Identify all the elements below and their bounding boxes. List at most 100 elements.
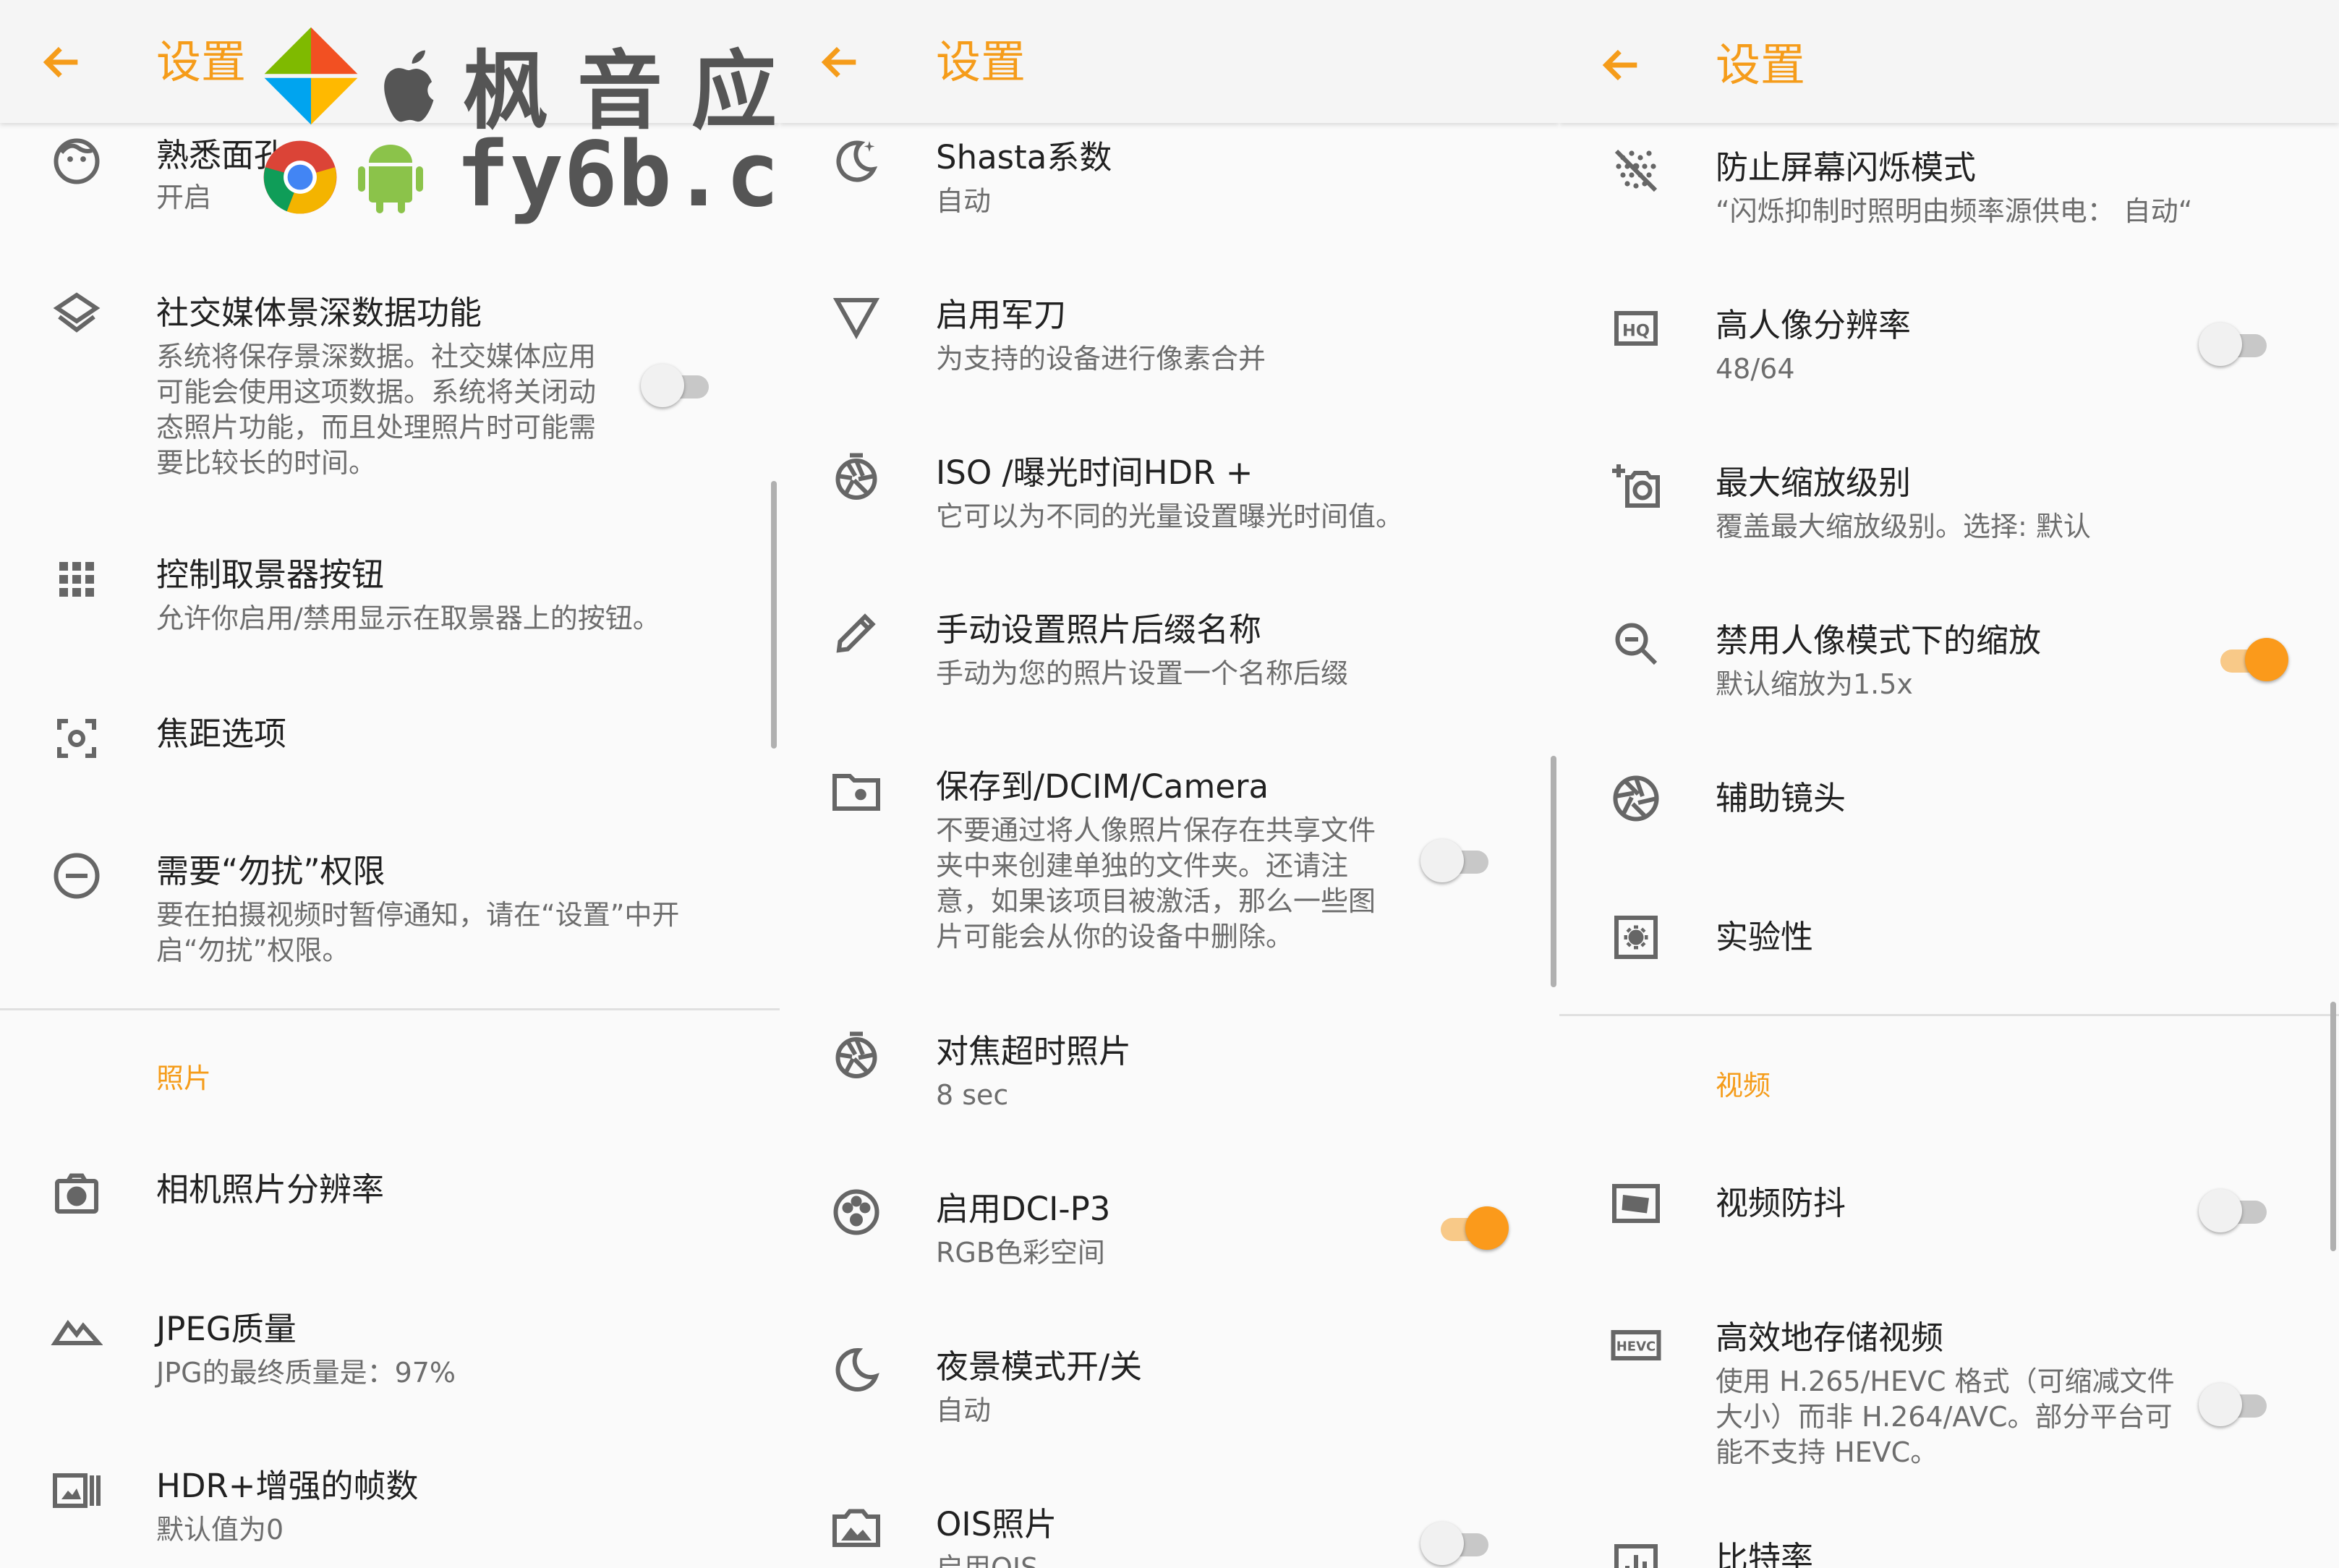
windows-logo-icon xyxy=(264,27,358,125)
social-depth-switch[interactable] xyxy=(641,364,716,407)
setting-save-dcim[interactable]: 保存到/DCIM/Camera 不要通过将人像照片保存在共享文件夹中来创建单独的… xyxy=(780,761,1559,978)
setting-subtitle: 要在拍摄视频时暂停通知，请在“设置”中开启“勿扰”权限。 xyxy=(156,899,680,966)
setting-shasta[interactable]: Shasta系数 自动 xyxy=(780,132,1559,247)
setting-subtitle: 启用OIS xyxy=(936,1552,1039,1568)
back-arrow-icon[interactable] xyxy=(817,39,864,85)
setting-title: 对焦超时照片 xyxy=(936,1032,1132,1070)
ois-photo-switch[interactable] xyxy=(1420,1522,1496,1565)
settings-list: 防止屏幕闪烁模式 “闪烁抑制时照明由频率源供电： 自动“ HQ 高人像分辨率 4… xyxy=(1559,0,2339,1568)
setting-title: OIS照片 xyxy=(936,1505,1057,1543)
settings-box-icon xyxy=(1610,911,1662,963)
chrome-logo-icon xyxy=(263,140,337,214)
setting-title: Shasta系数 xyxy=(936,138,1112,176)
setting-jpeg-quality[interactable]: JPEG质量 JPG的最终质量是：97% xyxy=(0,1308,780,1423)
android-logo-icon xyxy=(358,145,423,213)
setting-dnd-permission[interactable]: 需要“勿扰”权限 要在拍摄视频时暂停通知，请在“设置”中开启“勿扰”权限。 xyxy=(0,850,780,994)
setting-title: 高效地存储视频 xyxy=(1716,1318,1944,1357)
setting-subtitle: 覆盖最大缩放级别。选择: 默认 xyxy=(1716,511,2091,542)
setting-title: 启用军刀 xyxy=(936,296,1067,334)
save-dcim-switch[interactable] xyxy=(1420,839,1496,882)
setting-hevc[interactable]: HEVC 高效地存储视频 使用 H.265/HEVC 格式（可缩减文件大小）而非… xyxy=(1559,1316,2339,1533)
setting-focal-options[interactable]: 焦距选项 xyxy=(0,712,780,785)
setting-subtitle: 开启 xyxy=(156,182,212,213)
scrollbar[interactable] xyxy=(2330,1002,2336,1251)
setting-dci-p3[interactable]: 启用DCI-P3 RGB色彩空间 xyxy=(780,1183,1559,1299)
zoom-icon xyxy=(1610,618,1662,670)
setting-aux-lens[interactable]: 辅助镜头 xyxy=(1559,772,2339,845)
back-arrow-icon[interactable] xyxy=(1598,42,1645,88)
settings-panel-3: 防止屏幕闪烁模式 “闪烁抑制时照明由频率源供电： 自动“ HQ 高人像分辨率 4… xyxy=(1559,0,2339,1568)
watermark-logo: 枫音应用 fy6b.com xyxy=(260,22,780,231)
center-focus-icon xyxy=(51,712,103,764)
setting-subtitle: 默认值为0 xyxy=(156,1514,284,1546)
page-title: 设置 xyxy=(936,35,1026,88)
setting-hdr-frames[interactable]: HDR+增强的帧数 默认值为0 xyxy=(0,1465,780,1568)
setting-title: 社交媒体景深数据功能 xyxy=(156,294,482,332)
setting-title: 实验性 xyxy=(1716,918,1814,956)
setting-disable-portrait-zoom[interactable]: 禁用人像模式下的缩放 默认缩放为1.5x xyxy=(1559,615,2339,730)
burst-icon xyxy=(51,1465,103,1517)
setting-subtitle: 允许你启用/禁用显示在取景器上的按钮。 xyxy=(156,602,660,634)
grid-icon xyxy=(51,553,103,605)
video-stabilization-switch[interactable] xyxy=(2199,1189,2274,1232)
scrollbar[interactable] xyxy=(771,481,777,749)
setting-title: 最大缩放级别 xyxy=(1716,464,1912,502)
hevc-switch[interactable] xyxy=(2199,1383,2274,1426)
setting-anti-flicker[interactable]: 防止屏幕闪烁模式 “闪烁抑制时照明由频率源供电： 自动“ xyxy=(1559,142,2339,257)
setting-photo-resolution[interactable]: 相机照片分辨率 xyxy=(0,1168,780,1240)
setting-title: ISO /曝光时间HDR + xyxy=(936,453,1253,492)
setting-viewfinder-buttons[interactable]: 控制取景器按钮 允许你启用/禁用显示在取景器上的按钮。 xyxy=(0,553,780,655)
setting-night-mode[interactable]: 夜景模式开/关 自动 xyxy=(780,1341,1559,1457)
landscape-icon xyxy=(51,1302,103,1354)
photo-icon xyxy=(830,1501,882,1554)
setting-title: 控制取景器按钮 xyxy=(156,555,385,594)
setting-title: 辅助镜头 xyxy=(1716,779,1846,817)
setting-photo-suffix[interactable]: 手动设置照片后缀名称 手动为您的照片设置一个名称后缀 xyxy=(780,604,1559,720)
setting-max-zoom[interactable]: 最大缩放级别 覆盖最大缩放级别。选择: 默认 xyxy=(1559,457,2339,573)
settings-panel-1: 熟悉面孔 开启 社交媒体景深数据功能 系统将保存景深数据。社交媒体应用可能会使用… xyxy=(0,0,780,1568)
setting-video-stabilization[interactable]: 视频防抖 xyxy=(1559,1177,2339,1250)
disable-portrait-zoom-switch[interactable] xyxy=(2213,638,2288,681)
app-bar: 设置 xyxy=(1559,0,2339,123)
setting-title: 视频防抖 xyxy=(1716,1184,1846,1222)
apple-logo-icon xyxy=(384,50,434,122)
setting-title: 夜景模式开/关 xyxy=(936,1347,1143,1386)
setting-ois-photo[interactable]: OIS照片 启用OIS xyxy=(780,1499,1559,1568)
section-divider xyxy=(0,1008,780,1010)
setting-subtitle: 使用 H.265/HEVC 格式（可缩减文件大小）而非 H.264/AVC。部分… xyxy=(1716,1365,2175,1468)
palette-icon xyxy=(830,1186,882,1238)
camera-icon xyxy=(51,1168,103,1220)
aperture-timer-icon xyxy=(830,450,882,502)
setting-title: 防止屏幕闪烁模式 xyxy=(1716,148,1977,187)
back-arrow-icon[interactable] xyxy=(39,39,85,85)
settings-panel-2: Shasta系数 自动 启用军刀 为支持的设备进行像素合并 ISO /曝光时间H… xyxy=(780,0,1559,1568)
folder-image-icon xyxy=(830,765,882,817)
scrollbar[interactable] xyxy=(1551,756,1556,987)
setting-saber[interactable]: 启用军刀 为支持的设备进行像素合并 xyxy=(780,289,1559,405)
setting-subtitle: 系统将保存景深数据。社交媒体应用可能会使用这项数据。系统将关闭动态照片功能，而且… xyxy=(156,341,597,479)
high-portrait-res-switch[interactable] xyxy=(2199,323,2274,366)
setting-focus-timeout[interactable]: 对焦超时照片 8 sec xyxy=(780,1026,1559,1141)
setting-high-portrait-res[interactable]: HQ 高人像分辨率 48/64 xyxy=(1559,299,2339,415)
setting-social-depth[interactable]: 社交媒体景深数据功能 系统将保存景深数据。社交媒体应用可能会使用这项数据。系统将… xyxy=(0,286,780,503)
setting-bitrate[interactable]: 比特率 xyxy=(1559,1537,2339,1568)
hevc-icon: HEVC xyxy=(1610,1319,1662,1371)
svg-text:HEVC: HEVC xyxy=(1616,1339,1656,1355)
setting-title: JPEG质量 xyxy=(156,1310,297,1348)
setting-subtitle: 8 sec xyxy=(936,1079,1009,1111)
dci-p3-switch[interactable] xyxy=(1433,1206,1509,1250)
setting-subtitle: 48/64 xyxy=(1716,353,1795,385)
setting-subtitle: 手动为您的照片设置一个名称后缀 xyxy=(936,657,1349,689)
chart-icon xyxy=(1610,1540,1662,1568)
page-title: 设置 xyxy=(1716,38,1806,91)
triangle-icon xyxy=(830,289,882,341)
setting-title: 需要“勿扰”权限 xyxy=(156,852,385,890)
moon-icon xyxy=(830,1344,882,1396)
section-divider xyxy=(1559,1014,2339,1016)
setting-experimental[interactable]: 实验性 xyxy=(1559,911,2339,984)
setting-subtitle: 它可以为不同的光量设置曝光时间值。 xyxy=(936,500,1404,532)
section-header-photo: 照片 xyxy=(156,1062,212,1094)
setting-subtitle: 默认缩放为1.5x xyxy=(1716,668,1913,700)
setting-iso-exposure[interactable]: ISO /曝光时间HDR + 它可以为不同的光量设置曝光时间值。 xyxy=(780,447,1559,563)
night-stars-icon xyxy=(830,135,882,187)
